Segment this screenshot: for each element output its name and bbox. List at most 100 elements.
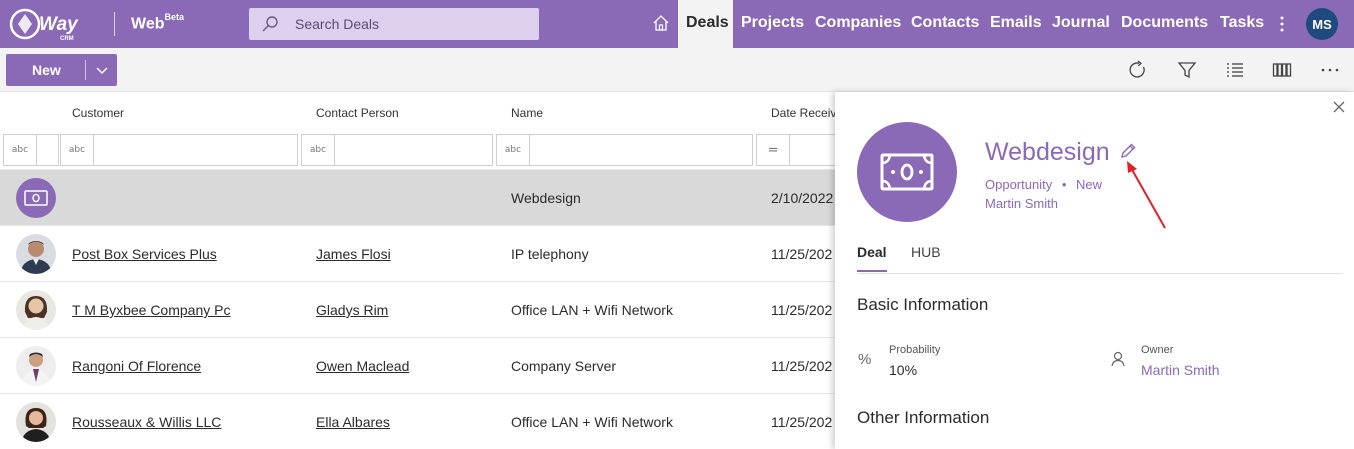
nav-projects[interactable]: Projects: [741, 14, 804, 32]
column-header-name[interactable]: Name: [511, 106, 543, 120]
logo-divider: [114, 12, 115, 36]
row-contact-link[interactable]: Gladys Rim: [316, 302, 388, 318]
row-name: IP telephony: [511, 246, 589, 262]
columns-icon[interactable]: [1272, 60, 1292, 80]
row-date: 11/25/202: [771, 302, 833, 318]
deals-grid: Customer Contact Person Name Date Receiv…: [0, 92, 835, 449]
row-customer-link[interactable]: Post Box Services Plus: [72, 246, 217, 262]
contact-photo-avatar: [16, 402, 56, 442]
table-row[interactable]: Rangoni Of Florence Owen Maclead Company…: [0, 337, 835, 393]
filter-icon[interactable]: [1177, 60, 1197, 80]
tabs-divider: [857, 273, 1343, 274]
search-box[interactable]: [249, 8, 539, 40]
search-icon: [262, 16, 278, 32]
deal-subtitle: Opportunity • New: [985, 177, 1102, 192]
nav-documents[interactable]: Documents: [1121, 14, 1208, 32]
column-header-date-received[interactable]: Date Receive: [771, 106, 835, 120]
text-filter-icon[interactable]: abc: [61, 135, 94, 165]
filter-date-received[interactable]: =: [756, 134, 835, 166]
table-row[interactable]: T M Byxbee Company Pc Gladys Rim Office …: [0, 281, 835, 337]
column-header-customer[interactable]: Customer: [72, 106, 124, 120]
edit-pencil-icon[interactable]: [1119, 142, 1137, 160]
nav-tasks[interactable]: Tasks: [1220, 14, 1264, 32]
person-icon: [1111, 351, 1125, 367]
filter-customer-input[interactable]: [95, 135, 295, 165]
row-customer-link[interactable]: Rangoni Of Florence: [72, 358, 201, 374]
beta-badge: Beta: [164, 12, 184, 22]
svg-text:%: %: [858, 351, 871, 367]
row-customer-link[interactable]: Rousseaux & Willis LLC: [72, 414, 221, 430]
app-name: WebBeta: [131, 12, 184, 33]
nav-journal[interactable]: Journal: [1052, 14, 1110, 32]
active-tab-indicator: [857, 270, 887, 272]
equals-filter-icon[interactable]: =: [757, 135, 790, 165]
basic-information-heading[interactable]: Basic Information: [857, 295, 988, 315]
row-name: Office LAN + Wifi Network: [511, 414, 673, 430]
close-icon[interactable]: [1332, 100, 1346, 114]
table-row-selected[interactable]: Webdesign 2/10/2022: [0, 169, 835, 225]
text-filter-icon[interactable]: abc: [497, 135, 530, 165]
row-name: Office LAN + Wifi Network: [511, 302, 673, 318]
text-filter-icon[interactable]: abc: [4, 135, 37, 165]
chevron-down-icon[interactable]: [94, 62, 110, 78]
deal-status: New: [1076, 177, 1103, 192]
table-row[interactable]: Rousseaux & Willis LLC Ella Albares Offi…: [0, 393, 835, 449]
owner-label: Owner: [1141, 344, 1174, 356]
refresh-icon[interactable]: [1128, 60, 1148, 80]
row-date: 2/10/2022: [771, 190, 834, 206]
more-horizontal-icon[interactable]: [1320, 60, 1340, 80]
row-date: 11/25/202: [771, 358, 833, 374]
svg-text:Way: Way: [39, 14, 79, 35]
deal-detail-panel: Webdesign Opportunity • New Martin Smith…: [835, 92, 1354, 449]
filter-customer[interactable]: abc: [60, 134, 298, 166]
nav-contacts[interactable]: Contacts: [911, 14, 979, 32]
contact-photo-avatar: [16, 234, 56, 274]
nav-deals[interactable]: Deals: [686, 14, 729, 32]
deal-title: Webdesign: [985, 138, 1110, 166]
eway-crm-logo[interactable]: Way CRM: [8, 6, 92, 42]
user-avatar[interactable]: MS: [1306, 8, 1338, 40]
row-contact-link[interactable]: James Flosi: [316, 246, 391, 262]
more-vertical-icon[interactable]: [1276, 12, 1288, 36]
deal-avatar: [857, 122, 957, 222]
row-name: Company Server: [511, 358, 617, 374]
row-date: 11/25/202: [771, 246, 833, 262]
row-contact-link[interactable]: Owen Maclead: [316, 358, 409, 374]
deal-icon: [16, 178, 56, 218]
bullet-separator: •: [1061, 177, 1067, 192]
contact-photo-avatar: [16, 346, 56, 386]
row-contact-link[interactable]: Ella Albares: [316, 414, 390, 430]
probability-label: Probability: [889, 344, 941, 356]
annotation-arrow: [1127, 161, 1166, 229]
row-name: Webdesign: [511, 190, 581, 206]
search-input[interactable]: [295, 8, 531, 40]
list-view-icon[interactable]: [1225, 60, 1245, 80]
other-information-heading[interactable]: Other Information: [857, 408, 989, 428]
owner-value-link[interactable]: Martin Smith: [1141, 362, 1220, 378]
deal-owner-link[interactable]: Martin Smith: [985, 196, 1058, 211]
filter-name[interactable]: abc: [496, 134, 753, 166]
new-button-label: New: [32, 62, 61, 78]
text-filter-icon[interactable]: abc: [302, 135, 335, 165]
contact-photo-avatar: [16, 290, 56, 330]
svg-text:CRM: CRM: [60, 36, 74, 42]
nav-companies[interactable]: Companies: [815, 14, 901, 32]
toolbar: New: [0, 48, 1354, 92]
table-row[interactable]: Post Box Services Plus James Flosi IP te…: [0, 225, 835, 281]
percent-icon: %: [858, 351, 871, 367]
filter-icon-column[interactable]: abc: [3, 134, 59, 166]
tab-hub[interactable]: HUB: [911, 244, 941, 260]
home-icon[interactable]: [652, 14, 670, 32]
filter-contact-person[interactable]: abc: [301, 134, 493, 166]
tab-deal[interactable]: Deal: [857, 244, 887, 260]
row-date: 11/25/202: [771, 414, 833, 430]
filter-name-input[interactable]: [531, 135, 751, 165]
app-name-label: Web: [131, 15, 165, 33]
money-icon: [880, 153, 934, 191]
nav-emails[interactable]: Emails: [990, 14, 1042, 32]
row-customer-link[interactable]: T M Byxbee Company Pc: [72, 302, 230, 318]
new-button[interactable]: New: [6, 54, 117, 86]
deal-type: Opportunity: [985, 177, 1053, 192]
column-header-contact-person[interactable]: Contact Person: [316, 106, 399, 120]
filter-contact-person-input[interactable]: [336, 135, 491, 165]
